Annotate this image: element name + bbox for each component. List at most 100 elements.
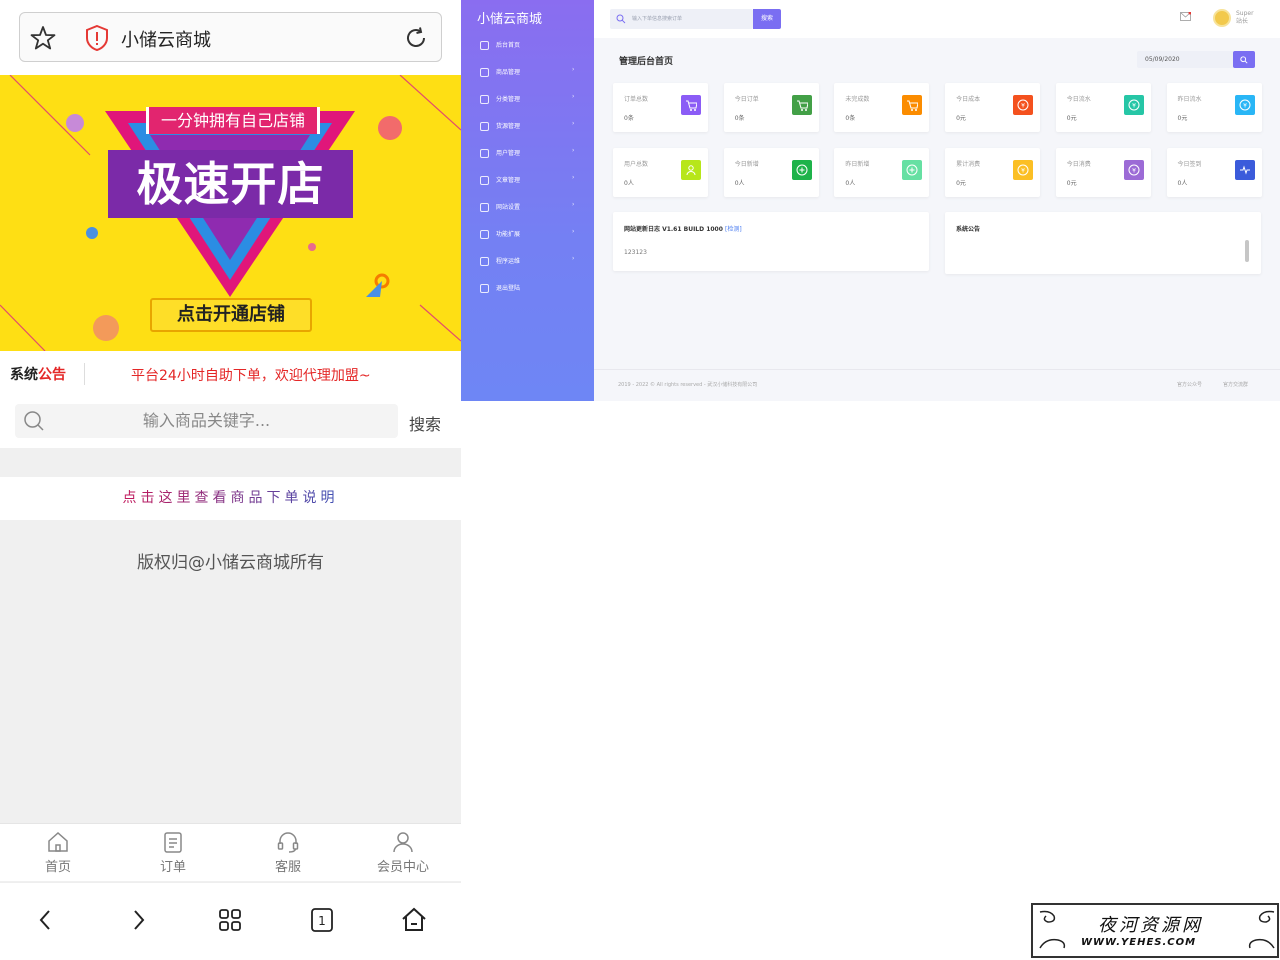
order-help-link[interactable]: 点击这里查看商品下单说明 [0,477,461,520]
mobile-screen: 小储云商城 一分钟拥有自己店铺 极速开店 点击开通店铺 系统公告 平台24小时自… [0,0,461,960]
product-search-bar: 输入商品关键字... 搜索 [0,396,461,448]
cart-icon [681,95,701,115]
chevron-right-icon: › [572,93,575,100]
reload-icon[interactable] [404,26,428,50]
sidebar-item-4[interactable]: 用户管理 › [461,144,594,164]
date-picker[interactable]: 05/09/2020 [1137,51,1234,68]
user-icon [393,832,413,853]
sidebar-item-7[interactable]: 功能扩展 › [461,225,594,245]
sidebar-item-label: 货源管理 [496,123,521,130]
chevron-right-icon: › [572,66,575,73]
tab-service[interactable]: 客服 [248,830,328,875]
stat-card: 未完成数 0条 [834,83,930,132]
banner-headline: 极速开店 [108,150,353,218]
search-button[interactable]: 搜索 [409,411,441,435]
sidebar-item-label: 功能扩展 [496,231,521,238]
stat-card: 昨日新增 0人 [834,148,930,197]
stat-card: 今日签到 0人 [1166,148,1262,197]
sidebar-item-2[interactable]: 分类管理 › [461,90,594,110]
plus-circle-icon [791,160,812,180]
sidebar-item-0[interactable]: 后台首页 [461,36,594,56]
svg-text:¥: ¥ [1132,168,1136,175]
tab-count: 1 [318,914,326,928]
sidebar-item-3[interactable]: 货源管理 › [461,117,594,137]
footer-link-group[interactable]: 官方交流群 [1223,381,1248,388]
order-search-placeholder: 输入下单信息搜索订单 [632,16,683,22]
menu-item-icon [480,41,489,50]
coin-icon: ¥ [1013,95,1034,115]
order-search-button[interactable]: 搜索 [753,9,781,29]
ornament-left [1039,910,1066,949]
order-search-input[interactable]: 输入下单信息搜索订单 [610,9,753,29]
address-site-name: 小储云商城 [121,30,211,51]
menu-item-icon [480,257,489,266]
headset-icon [277,832,299,853]
user-info[interactable]: Super 站长 [1236,10,1254,26]
mail-icon[interactable] [1180,12,1191,21]
promo-banner[interactable]: 一分钟拥有自己店铺 极速开店 点击开通店铺 [0,75,461,351]
chevron-right-icon: › [572,120,575,127]
chevron-right-icon: › [572,228,575,235]
stat-card: 今日订单 0条 [723,83,819,132]
ornament-right [1248,910,1275,949]
shield-warning-icon[interactable] [85,25,109,51]
back-icon[interactable] [31,905,61,935]
date-search-button[interactable] [1233,51,1255,68]
stat-label: 今日签到 [1177,161,1202,168]
stat-value: 0人 [734,180,745,187]
open-store-button[interactable]: 点击开通店铺 [150,298,312,332]
menu-item-icon [480,203,489,212]
menu-item-icon [480,149,489,158]
star-icon[interactable] [30,25,56,51]
sidebar-item-label: 商品管理 [496,69,521,76]
tab-home-label: 首页 [44,860,71,875]
chevron-right-icon: › [572,174,575,181]
pulse-icon [1234,160,1255,180]
footer-link-official-account[interactable]: 官方公众号 [1177,381,1202,388]
stat-label: 昨日新增 [845,161,870,168]
browser-home-icon[interactable] [399,905,429,935]
page-title: 管理后台首页 [619,57,674,67]
tab-member-center[interactable]: 会员中心 [363,830,443,875]
cart-icon [902,95,923,115]
stat-card: 用户总数 0人 [613,148,708,197]
stat-label: 累计消费 [956,161,981,168]
menu-item-icon [480,284,489,293]
sidebar-item-1[interactable]: 商品管理 › [461,63,594,83]
order-help-text: 点击这里查看商品下单说明 [122,490,339,506]
sidebar-item-5[interactable]: 文章管理 › [461,171,594,191]
stat-value: 0元 [1177,115,1188,122]
update-log-title: 网站更新日志 V1.61 BUILD 1000 [检测] [624,226,742,233]
check-update-link[interactable]: [检测] [725,226,742,233]
footer-copyright: 2019 - 2022 © All rights reserved - 武汉小储… [618,382,758,388]
system-notice-bar[interactable]: 系统公告 平台24小时自助下单，欢迎代理加盟~ [0,351,461,396]
sidebar-item-6[interactable]: 网站设置 › [461,198,594,218]
tab-service-label: 客服 [274,860,301,875]
sidebar-item-8[interactable]: 程序运维 › [461,252,594,272]
watermark-url: WWW.YEHES.COM [1081,937,1197,948]
avatar[interactable] [1213,9,1231,27]
menu-grid-icon[interactable] [215,905,245,935]
stat-card: 今日流水 0元 ¥ [1055,83,1151,132]
browser-navigation-bar: 1 [0,882,461,960]
search-input[interactable]: 输入商品关键字... [15,404,398,438]
stat-label: 今日成本 [956,96,981,103]
tab-home[interactable]: 首页 [18,830,98,875]
stat-value: 0人 [845,180,856,187]
stat-label: 今日新增 [734,161,759,168]
stat-card: 今日消费 0元 ¥ [1055,148,1151,197]
sidebar-item-9[interactable]: 退出登陆 [461,279,594,299]
tab-orders[interactable]: 订单 [133,830,213,875]
address-bar[interactable]: 小储云商城 [19,12,442,62]
stat-card: 今日成本 0元 ¥ [945,83,1041,132]
tab-orders-label: 订单 [159,860,186,875]
chevron-right-icon: › [572,147,575,154]
scrollbar[interactable] [1245,240,1249,262]
sidebar-item-label: 网站设置 [496,204,521,211]
forward-icon[interactable] [123,905,153,935]
tabs-icon[interactable]: 1 [307,905,337,935]
svg-text:¥: ¥ [1132,103,1136,110]
stat-label: 昨日流水 [1177,96,1202,103]
menu-item-icon [480,176,489,185]
stat-label: 未完成数 [845,96,870,103]
